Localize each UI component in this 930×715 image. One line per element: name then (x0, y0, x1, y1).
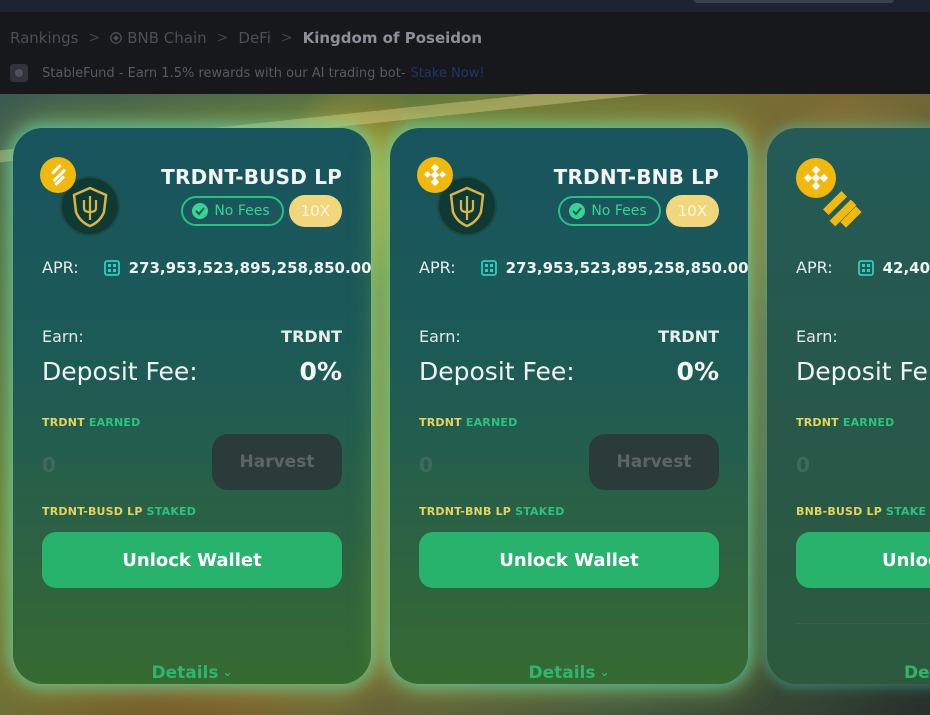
breadcrumb-separator-icon: > (88, 30, 101, 46)
unlock-wallet-button[interactable]: Unloc (796, 532, 930, 588)
breadcrumb-separator-icon: > (216, 30, 229, 46)
multiplier-badge: 10X (665, 195, 719, 227)
earned-section-label: TRDNT EARNED (42, 416, 140, 429)
staked-word: STAKED (146, 505, 197, 518)
earned-token-label: TRDNT (419, 416, 462, 429)
apr-row: APR: 42,40 (796, 258, 930, 277)
deposit-fee-label: Deposit Fe (796, 357, 928, 386)
earned-section-label: TRDNT EARNED (796, 416, 894, 429)
details-toggle[interactable]: Details ⌄ (390, 663, 748, 683)
details-label: Details (151, 663, 219, 683)
earn-label: Earn: (796, 327, 838, 346)
chevron-down-icon: ⌄ (222, 665, 233, 679)
no-fees-badge: No Fees (558, 196, 661, 226)
verified-check-icon (569, 203, 586, 219)
earned-word: EARNED (465, 416, 518, 429)
apr-value: 273,953,523,895,258,850.00% (505, 258, 748, 277)
calculator-icon[interactable] (480, 259, 497, 276)
apr-value: 42,40 (882, 258, 930, 277)
search-bar-edge[interactable] (694, 0, 894, 3)
pair-name: TRDNT-BNB LP (553, 165, 719, 189)
staked-word: STAKE (886, 505, 927, 518)
calculator-icon[interactable] (103, 259, 120, 276)
earn-label: Earn: (42, 327, 84, 346)
deposit-fee-value: 0% (676, 357, 719, 386)
farm-card: APR: 42,40 Earn: Deposit Fe TRDNT EARNED… (767, 128, 930, 684)
busd-icon (822, 190, 862, 228)
earned-token-label: TRDNT (42, 416, 85, 429)
earned-word: EARNED (88, 416, 141, 429)
earn-token: TRDNT (658, 327, 719, 346)
earned-amount: 0 (796, 453, 810, 477)
earn-label: Earn: (419, 327, 461, 346)
promo-link[interactable]: Stake Now! (411, 66, 485, 81)
badge-row: No Fees 10X (558, 195, 719, 227)
pair-name: TRDNT-BUSD LP (161, 165, 342, 189)
promo-text: StableFund - Earn 1.5% rewards with our … (42, 65, 406, 81)
apr-row: APR: 273,953,523,895,258,850.00% (419, 258, 748, 277)
unlock-wallet-button[interactable]: Unlock Wallet (419, 532, 719, 588)
earned-section-label: TRDNT EARNED (419, 416, 517, 429)
bnb-coin-icon (417, 157, 453, 193)
earned-word: EARNED (842, 416, 895, 429)
staked-token-label: TRDNT-BNB LP (419, 505, 512, 518)
breadcrumb-bnb-chain[interactable]: BNB Chain (110, 29, 207, 47)
divider (42, 623, 342, 624)
harvest-button[interactable]: Harvest (212, 434, 342, 490)
unlock-wallet-button[interactable]: Unlock Wallet (42, 532, 342, 588)
farm-card: TRDNT-BNB LP No Fees 10X APR: 273,953,52… (390, 128, 748, 684)
breadcrumb-current: Kingdom of Poseidon (302, 29, 483, 47)
deposit-fee-label: Deposit Fee: (419, 357, 575, 386)
apr-row: APR: 273,953,523,895,258,850.00% (42, 258, 371, 277)
staked-section-label: TRDNT-BNB LP STAKED (419, 505, 565, 518)
harvest-button[interactable]: Harvest (589, 434, 719, 490)
deposit-fee-label: Deposit Fee: (42, 357, 198, 386)
staked-section-label: BNB-BUSD LP STAKE (796, 505, 926, 518)
chevron-down-icon: ⌄ (599, 665, 610, 679)
staked-section-label: TRDNT-BUSD LP STAKED (42, 505, 196, 518)
staked-token-label: BNB-BUSD LP (796, 505, 883, 518)
dapp-view: TRDNT-BUSD LP No Fees 10X APR: 273,953,5… (0, 94, 930, 715)
bnb-coin-icon (40, 157, 76, 193)
earn-token: TRDNT (281, 327, 342, 346)
breadcrumb-separator-icon: > (280, 30, 293, 46)
divider (796, 623, 930, 624)
promo-icon (10, 64, 28, 82)
apr-label: APR: (42, 258, 79, 277)
divider (419, 623, 719, 624)
apr-label: APR: (796, 258, 833, 277)
apr-label: APR: (419, 258, 456, 277)
multiplier-badge: 10X (288, 195, 342, 227)
promo-banner: StableFund - Earn 1.5% rewards with our … (10, 63, 485, 83)
deposit-fee-value: 0% (299, 357, 342, 386)
earned-amount: 0 (42, 453, 56, 477)
no-fees-label: No Fees (214, 203, 270, 219)
staked-token-label: TRDNT-BUSD LP (42, 505, 143, 518)
earned-token-label: TRDNT (796, 416, 839, 429)
calculator-icon[interactable] (857, 259, 874, 276)
breadcrumb-bnb-chain-label: BNB Chain (127, 29, 207, 47)
details-toggle[interactable]: Details ⌄ (13, 663, 371, 683)
breadcrumb: Rankings > BNB Chain > DeFi > Kingdom of… (10, 27, 482, 49)
breadcrumb-rankings[interactable]: Rankings (10, 29, 79, 47)
earned-amount: 0 (419, 453, 433, 477)
badge-row: No Fees 10X (181, 195, 342, 227)
farm-card: TRDNT-BUSD LP No Fees 10X APR: 273,953,5… (13, 128, 371, 684)
no-fees-badge: No Fees (181, 196, 284, 226)
verified-check-icon (192, 203, 209, 219)
apr-value: 273,953,523,895,258,850.00% (128, 258, 371, 277)
breadcrumb-defi[interactable]: DeFi (238, 29, 270, 47)
details-label: Det (904, 663, 930, 683)
staked-word: STAKED (515, 505, 565, 518)
no-fees-label: No Fees (591, 203, 647, 219)
details-label: Details (528, 663, 596, 683)
details-toggle[interactable]: Det (904, 663, 930, 683)
bnb-chain-icon (110, 32, 123, 44)
top-navbar (0, 0, 930, 12)
